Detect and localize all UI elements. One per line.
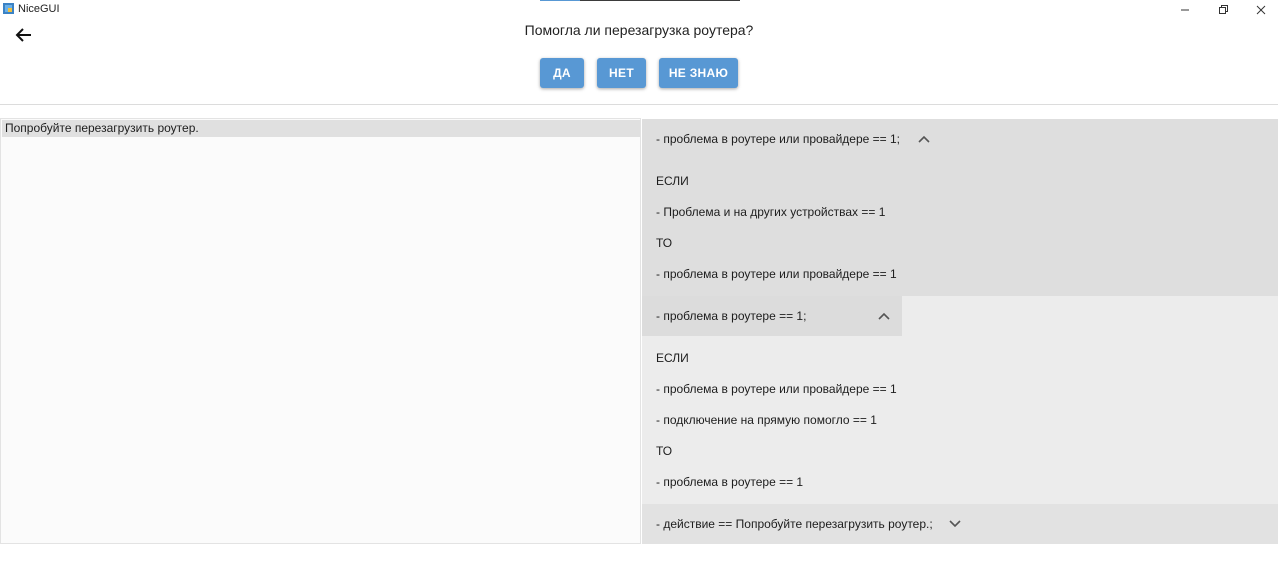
no-button[interactable]: НЕТ bbox=[597, 58, 646, 88]
rule-line: ЕСЛИ bbox=[656, 351, 689, 365]
nicegui-logo-icon bbox=[3, 3, 14, 14]
action-text: Попробуйте перезагрузить роутер. bbox=[2, 120, 640, 137]
rule-line: - подключение на прямую помогло == 1 bbox=[656, 413, 877, 427]
chevron-up-icon[interactable] bbox=[878, 310, 891, 322]
restore-icon bbox=[1219, 5, 1228, 14]
rule-line: - проблема в роутере == 1 bbox=[656, 475, 804, 489]
rule-line: - проблема в роутере или провайдере == 1 bbox=[656, 382, 897, 396]
rule-line: - Проблема и на других устройствах == 1 bbox=[656, 205, 886, 219]
question-title: Помогла ли перезагрузка роутера? bbox=[524, 22, 754, 38]
answer-buttons: ДА НЕТ НЕ ЗНАЮ bbox=[0, 58, 1278, 88]
rule-panel-1: - проблема в роутере или провайдере == 1… bbox=[642, 119, 1278, 296]
rule-title-2: - проблема в роутере == 1; bbox=[656, 309, 807, 323]
rule-title-1: - проблема в роутере или провайдере == 1… bbox=[656, 132, 901, 146]
rule-header-3[interactable]: - действие == Попробуйте перезагрузить р… bbox=[642, 504, 961, 544]
rule-panel-3: - действие == Попробуйте перезагрузить р… bbox=[642, 504, 1278, 544]
loading-progress-bar bbox=[540, 0, 740, 1]
rule-header-2[interactable]: - проблема в роутере == 1; bbox=[642, 296, 902, 336]
loading-progress-fill bbox=[540, 0, 580, 1]
rule-line: - проблема в роутере или провайдере == 1 bbox=[656, 267, 897, 281]
rule-panel-2: - проблема в роутере == 1; ЕСЛИ - пробле… bbox=[642, 296, 1278, 504]
window-title: NiceGUI bbox=[18, 3, 60, 15]
header-divider bbox=[0, 104, 1278, 105]
chevron-up-icon[interactable] bbox=[918, 133, 930, 145]
minimize-button[interactable] bbox=[1170, 0, 1200, 20]
chevron-down-icon[interactable] bbox=[949, 518, 961, 530]
yes-button[interactable]: ДА bbox=[540, 58, 584, 88]
rule-header-1[interactable]: - проблема в роутере или провайдере == 1… bbox=[642, 119, 930, 159]
close-button[interactable] bbox=[1246, 0, 1276, 20]
rule-line: ТО bbox=[656, 236, 673, 250]
rule-title-3: - действие == Попробуйте перезагрузить р… bbox=[656, 517, 933, 531]
dont-know-button[interactable]: НЕ ЗНАЮ bbox=[659, 58, 738, 88]
action-panel: Попробуйте перезагрузить роутер. bbox=[0, 118, 641, 544]
close-icon bbox=[1256, 5, 1266, 15]
window-titlebar: NiceGUI bbox=[0, 0, 1278, 20]
rule-line: ЕСЛИ bbox=[656, 174, 689, 188]
maximize-button[interactable] bbox=[1208, 0, 1238, 20]
minimize-icon bbox=[1181, 9, 1189, 11]
rule-line: ТО bbox=[656, 444, 673, 458]
